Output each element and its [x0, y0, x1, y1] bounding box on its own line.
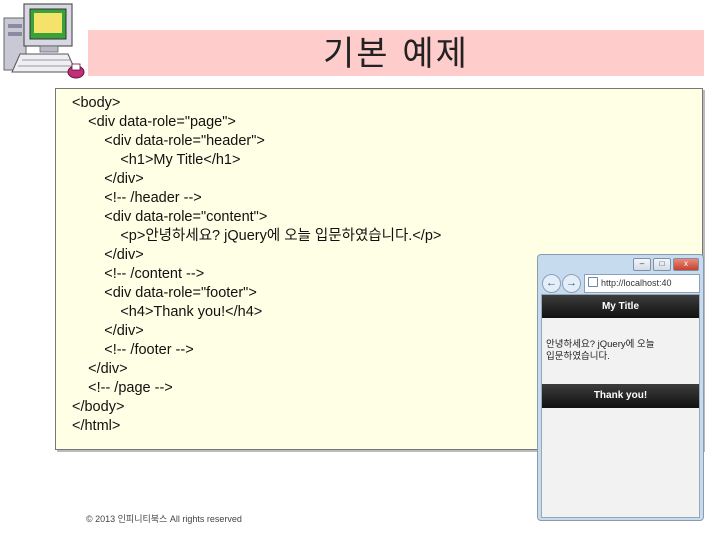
code-line: <div data-role="footer"> [72, 285, 257, 301]
code-line: </html> [72, 418, 121, 434]
computer-clipart-icon [2, 2, 88, 82]
code-line: <div data-role="header"> [72, 133, 265, 149]
code-line: </div> [72, 247, 144, 263]
code-line: </body> [72, 399, 125, 415]
copyright-text: © 2013 인피니티북스 All rights reserved [86, 514, 242, 524]
address-bar[interactable]: http://localhost:40 [584, 274, 700, 293]
forward-button[interactable]: → [562, 274, 581, 293]
code-line: <body> [72, 95, 121, 111]
code-line: <h1>My Title</h1> [72, 152, 241, 168]
code-line: <!-- /footer --> [72, 342, 194, 358]
code-line: </div> [72, 323, 144, 339]
content-line: 입문하였습니다. [546, 351, 610, 362]
maximize-button[interactable]: □ [653, 258, 671, 271]
code-line: <!-- /content --> [72, 266, 205, 282]
minimize-button[interactable]: – [633, 258, 651, 271]
code-line: </div> [72, 361, 128, 377]
code-line: <!-- /header --> [72, 190, 202, 206]
code-line: <h4>Thank you!</h4> [72, 304, 263, 320]
code-line: </div> [72, 171, 144, 187]
code-line: <div data-role="page"> [72, 114, 236, 130]
page-header: My Title [542, 295, 699, 318]
title-band: 기본 예제 [88, 30, 704, 76]
page-footer: Thank you! [542, 384, 699, 408]
page-content: 안녕하세요? jQuery에 오늘 입문하였습니다. [546, 339, 696, 363]
code-line: <!-- /page --> [72, 380, 173, 396]
address-text: http://localhost:40 [601, 278, 672, 288]
browser-viewport: My Title 안녕하세요? jQuery에 오늘 입문하였습니다. Than… [541, 294, 700, 518]
close-button[interactable]: x [673, 258, 699, 271]
code-listing: <body> <div data-role="page"> <div data-… [72, 94, 441, 436]
browser-window: – □ x ← → http://localhost:40 My Title 안… [537, 254, 704, 521]
back-button[interactable]: ← [542, 274, 561, 293]
window-controls: – □ x [633, 258, 699, 271]
code-line: <div data-role="content"> [72, 209, 268, 225]
content-line: 안녕하세요? jQuery에 오늘 [546, 339, 655, 350]
browser-nav-bar: ← → http://localhost:40 [542, 272, 700, 294]
slide-title: 기본 예제 [323, 34, 469, 74]
code-line: <p>안녕하세요? jQuery에 오늘 입문하였습니다.</p> [72, 228, 442, 244]
page-icon [588, 277, 598, 287]
